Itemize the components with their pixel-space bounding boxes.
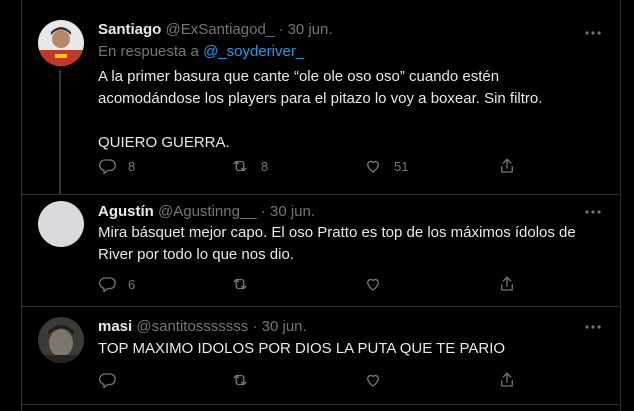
more-options-button[interactable] <box>584 24 602 42</box>
retweet-button[interactable] <box>231 275 249 293</box>
avatar[interactable] <box>38 201 84 247</box>
tweet-agustin[interactable]: Agustín @Agustinng__ · 30 jun. Mira básq… <box>22 195 618 313</box>
tweet-text: TOP MAXIMO IDOLOS POR DIOS LA PUTA QUE T… <box>98 338 588 360</box>
timestamp[interactable]: 30 jun. <box>262 318 307 335</box>
replying-to-handle[interactable]: @_soyderiver_ <box>203 43 304 60</box>
tweet-actions <box>98 371 548 393</box>
tweet-paragraph: Mira básquet mejor capo. El oso Pratto e… <box>98 224 576 263</box>
tweet-santiago[interactable]: Santiago @ExSantiagod_ · 30 jun. En resp… <box>22 0 618 194</box>
user-handle[interactable]: @Agustinng__ <box>158 203 257 220</box>
share-button[interactable] <box>498 371 516 389</box>
retweet-icon <box>233 374 247 386</box>
tweet-divider <box>22 404 619 405</box>
retweet-button[interactable]: 8 <box>231 157 268 175</box>
separator: · <box>260 203 266 220</box>
share-icon <box>501 276 513 291</box>
tweet-actions: 6 <box>98 275 548 297</box>
replying-to: En respuesta a @_soyderiver_ <box>98 43 304 60</box>
like-button[interactable] <box>364 371 382 389</box>
reply-button[interactable]: 6 <box>98 275 135 293</box>
tweet-paragraph: TOP MAXIMO IDOLOS POR DIOS LA PUTA QUE T… <box>98 340 506 357</box>
like-button[interactable]: 51 <box>364 157 408 175</box>
timestamp[interactable]: 30 jun. <box>270 203 315 220</box>
share-button[interactable] <box>498 275 516 293</box>
user-handle[interactable]: @ExSantiagod_ <box>166 21 275 38</box>
more-options-button[interactable] <box>584 203 602 221</box>
tweet-text: Mira básquet mejor capo. El oso Pratto e… <box>98 222 588 266</box>
replying-to-label: En respuesta a <box>98 43 199 60</box>
tweet-paragraph: A la primer basura que cante “ole ole os… <box>98 68 543 107</box>
avatar[interactable] <box>38 317 84 363</box>
retweet-icon <box>233 160 247 172</box>
separator: · <box>278 21 284 38</box>
reply-count: 8 <box>128 158 136 174</box>
more-dots-icon <box>585 325 601 329</box>
tweet-masi[interactable]: masi @santitosssssss · 30 jun. TOP MAXIM… <box>22 307 618 411</box>
timestamp[interactable]: 30 jun. <box>288 21 333 38</box>
tweet-paragraph: QUIERO GUERRA. <box>98 134 230 151</box>
display-name[interactable]: Santiago <box>98 21 161 38</box>
thread-line <box>59 70 61 194</box>
heart-icon <box>367 160 379 173</box>
reply-count: 6 <box>128 276 136 292</box>
reply-button[interactable]: 8 <box>98 157 135 175</box>
like-button[interactable] <box>364 275 382 293</box>
reply-button[interactable] <box>98 371 116 389</box>
reply-icon <box>98 159 116 175</box>
more-dots-icon <box>585 210 601 214</box>
retweet-button[interactable] <box>231 371 249 389</box>
share-button[interactable] <box>498 157 516 175</box>
tweet-actions: 8 8 51 <box>98 157 548 179</box>
reply-icon <box>98 277 116 293</box>
share-icon <box>501 158 513 173</box>
tweet-header: Santiago @ExSantiagod_ · 30 jun. <box>98 21 333 38</box>
tweet-text: A la primer basura que cante “ole ole os… <box>98 66 588 154</box>
separator: · <box>252 318 258 335</box>
tweet-header: masi @santitosssssss · 30 jun. <box>98 318 307 335</box>
user-handle[interactable]: @santitosssssss <box>136 318 248 335</box>
more-dots-icon <box>585 31 601 35</box>
share-icon <box>501 372 513 387</box>
retweet-icon <box>233 278 247 290</box>
heart-icon <box>367 278 379 291</box>
avatar[interactable] <box>38 20 84 66</box>
heart-icon <box>367 374 379 387</box>
display-name[interactable]: Agustín <box>98 203 154 220</box>
reply-icon <box>98 373 116 389</box>
more-options-button[interactable] <box>584 318 602 336</box>
display-name[interactable]: masi <box>98 318 132 335</box>
like-count: 51 <box>394 158 409 174</box>
tweet-header: Agustín @Agustinng__ · 30 jun. <box>98 203 315 220</box>
retweet-count: 8 <box>261 158 269 174</box>
